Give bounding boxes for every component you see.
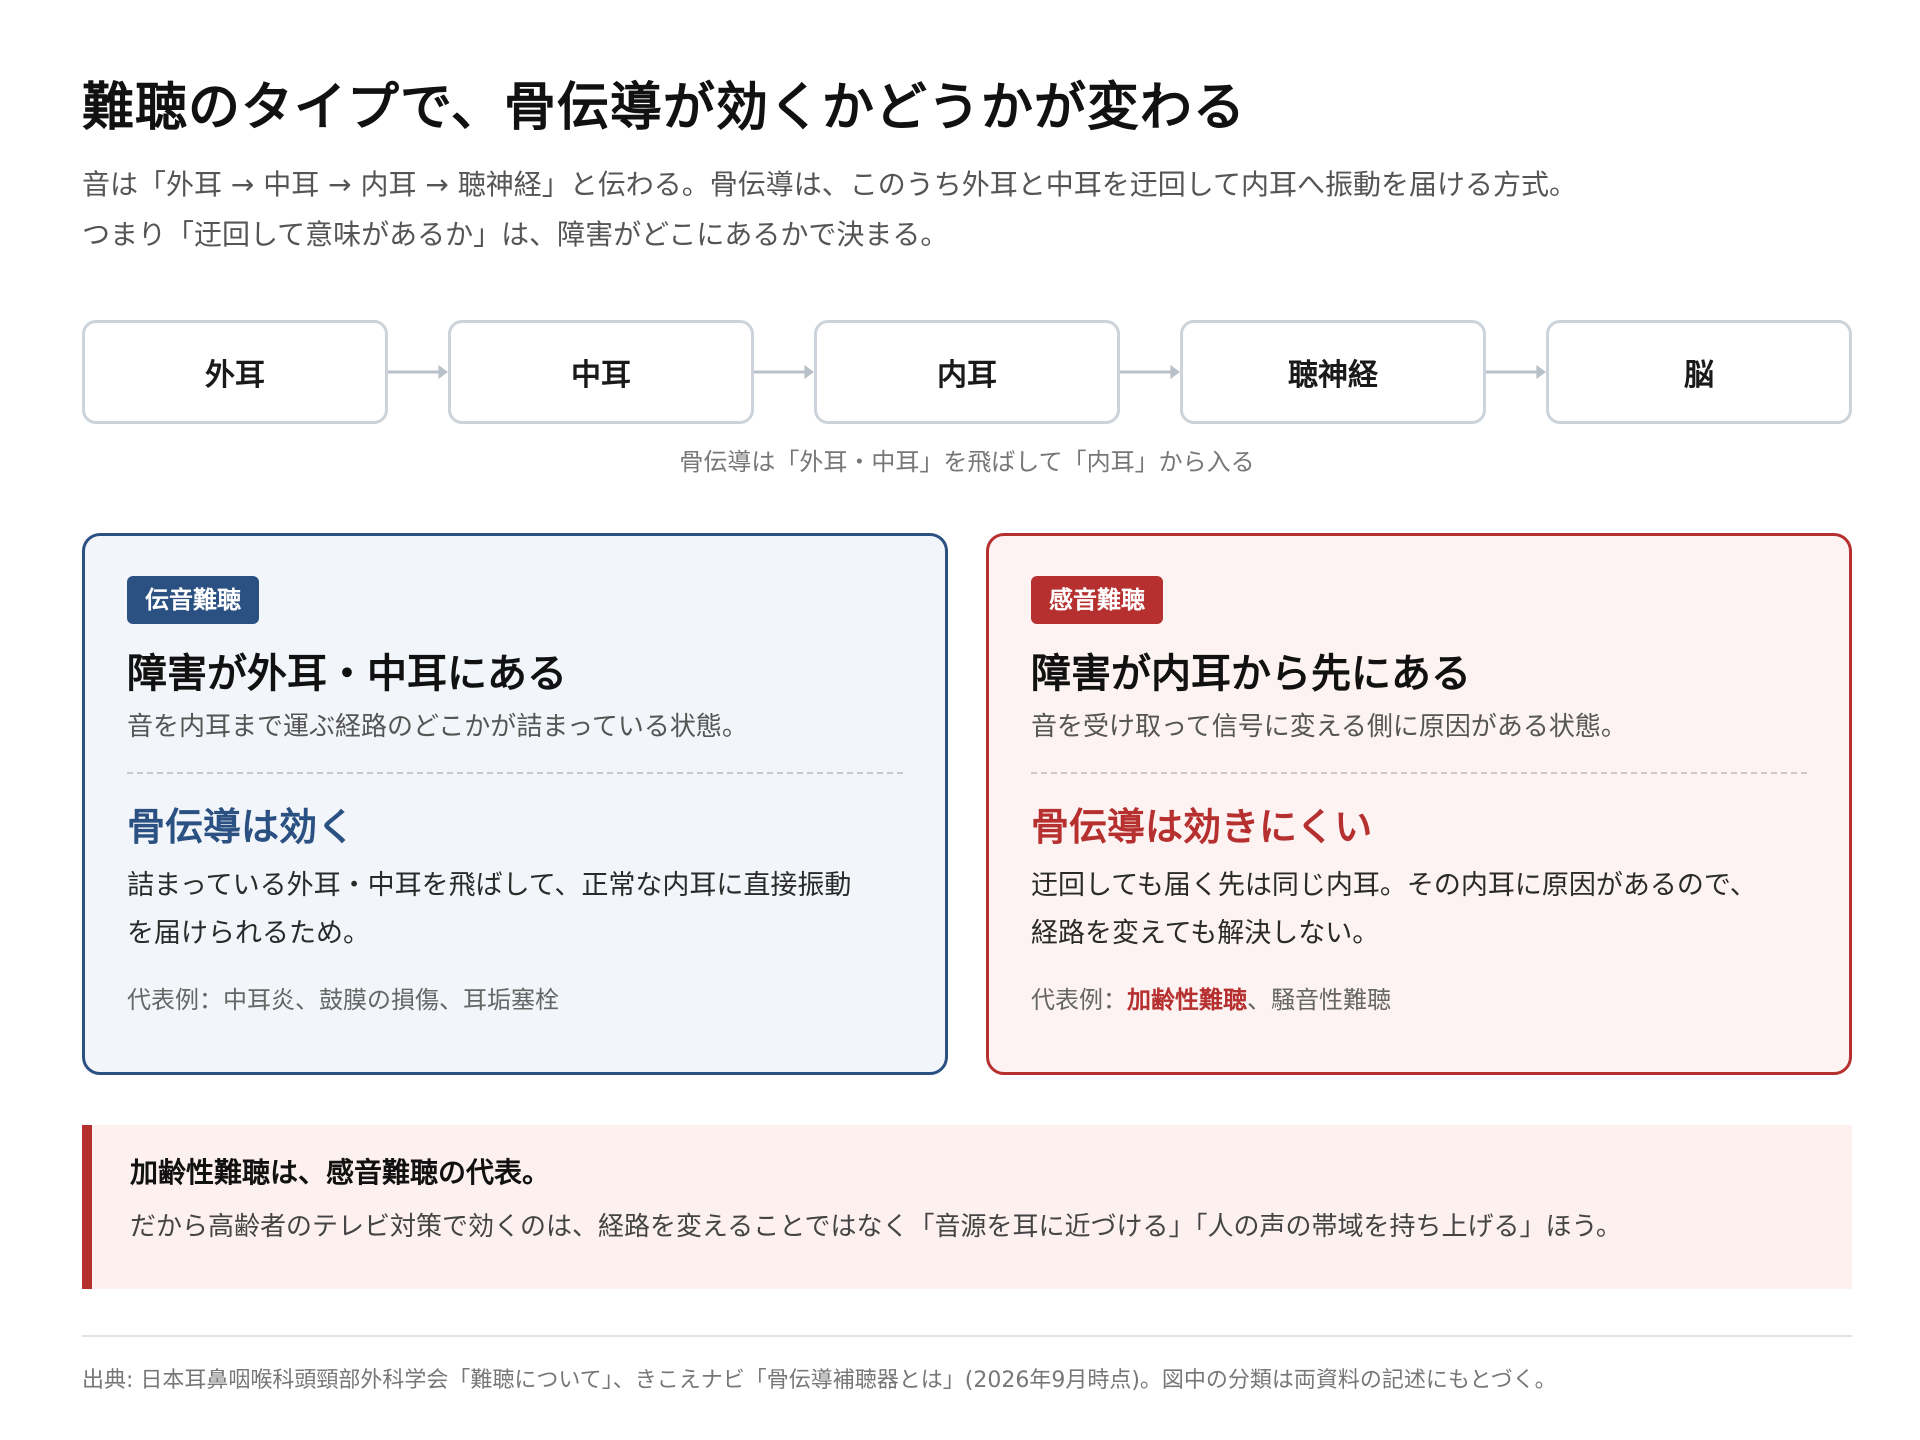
flow-step-brain: 脳	[1546, 320, 1852, 424]
hearing-loss-cards: 伝音難聴 障害が外耳・中耳にある 音を内耳まで運ぶ経路のどこかが詰まっている状態…	[82, 533, 1852, 1075]
conductive-heading: 障害が外耳・中耳にある	[127, 651, 567, 697]
sensorineural-body: 迂回しても届く先は同じ内耳。その内耳に原因があるので、 経路を変えても解決しない…	[1031, 862, 1807, 958]
example-rest: 、騒音性難聴	[1247, 986, 1391, 1014]
conductive-body-line-1: 詰まっている外耳・中耳を飛ばして、正常な内耳に直接振動	[127, 870, 852, 901]
flow-arrow-icon	[1486, 362, 1546, 382]
card-divider	[127, 772, 903, 774]
conductive-subtext: 音を内耳まで運ぶ経路のどこかが詰まっている状態。	[127, 712, 748, 742]
flow-step-middle-ear: 中耳	[448, 320, 754, 424]
conductive-card: 伝音難聴 障害が外耳・中耳にある 音を内耳まで運ぶ経路のどこかが詰まっている状態…	[82, 533, 948, 1075]
conductive-verdict: 骨伝導は効く	[127, 805, 356, 849]
footer-divider	[82, 1335, 1852, 1337]
flow-step-inner-ear: 内耳	[814, 320, 1120, 424]
sensorineural-example: 代表例：加齢性難聴、騒音性難聴	[1031, 982, 1807, 1018]
sensorineural-heading: 障害が内耳から先にある	[1031, 651, 1471, 697]
sensorineural-card: 感音難聴 障害が内耳から先にある 音を受け取って信号に変える側に原因がある状態。…	[986, 533, 1852, 1075]
flow-caption: 骨伝導は「外耳・中耳」を飛ばして「内耳」から入る	[679, 448, 1255, 476]
sensorineural-subtext: 音を受け取って信号に変える側に原因がある状態。	[1031, 712, 1627, 742]
note-title: 加齢性難聴は、感音難聴の代表。	[130, 1156, 551, 1189]
sensorineural-body-line-1: 迂回しても届く先は同じ内耳。その内耳に原因があるので、	[1031, 870, 1757, 901]
example-highlight: 加齢性難聴	[1127, 986, 1247, 1014]
page-title: 難聴のタイプで、骨伝導が効くかどうかが変わる	[82, 78, 1246, 138]
page: 難聴のタイプで、骨伝導が効くかどうかが変わる 音は「外耳 → 中耳 → 内耳 →…	[82, 70, 1852, 1397]
flow-arrow-icon	[1120, 362, 1180, 382]
conductive-badge: 伝音難聴	[127, 576, 259, 624]
callout-note: 加齢性難聴は、感音難聴の代表。 だから高齢者のテレビ対策で効くのは、経路を変える…	[82, 1125, 1852, 1289]
flow-arrow-icon	[754, 362, 814, 382]
note-body: だから高齢者のテレビ対策で効くのは、経路を変えることではなく「音源を耳に近づける…	[130, 1212, 1622, 1242]
lead-line-2: つまり「迂回して意味があるか」は、障害がどこにあるかで決まる。	[82, 218, 949, 251]
sensorineural-body-line-2: 経路を変えても解決しない。	[1031, 918, 1380, 949]
sensorineural-badge: 感音難聴	[1031, 576, 1163, 624]
example-prefix: 代表例：	[1031, 986, 1127, 1014]
source-citation: 出典: 日本耳鼻咽喉科頭頸部外科学会「難聴について」、きこえナビ「骨伝導補聴器と…	[82, 1368, 1557, 1393]
conductive-body: 詰まっている外耳・中耳を飛ばして、正常な内耳に直接振動 を届けられるため。	[127, 862, 903, 958]
conductive-body-line-2: を届けられるため。	[127, 918, 370, 949]
hearing-pathway-flow: 外耳 中耳 内耳 聴神経 脳	[82, 320, 1852, 424]
conductive-example: 代表例：中耳炎、鼓膜の損傷、耳垢塞栓	[127, 986, 559, 1014]
flow-arrow-icon	[388, 362, 448, 382]
lead-line-1: 音は「外耳 → 中耳 → 内耳 → 聴神経」と伝わる。骨伝導は、このうち外耳と中…	[82, 168, 1577, 201]
lead-text: 音は「外耳 → 中耳 → 内耳 → 聴神経」と伝わる。骨伝導は、このうち外耳と中…	[82, 160, 1852, 260]
flow-step-outer-ear: 外耳	[82, 320, 388, 424]
sensorineural-verdict: 骨伝導は効きにくい	[1031, 805, 1373, 849]
card-divider	[1031, 772, 1807, 774]
flow-step-auditory-nerve: 聴神経	[1180, 320, 1486, 424]
